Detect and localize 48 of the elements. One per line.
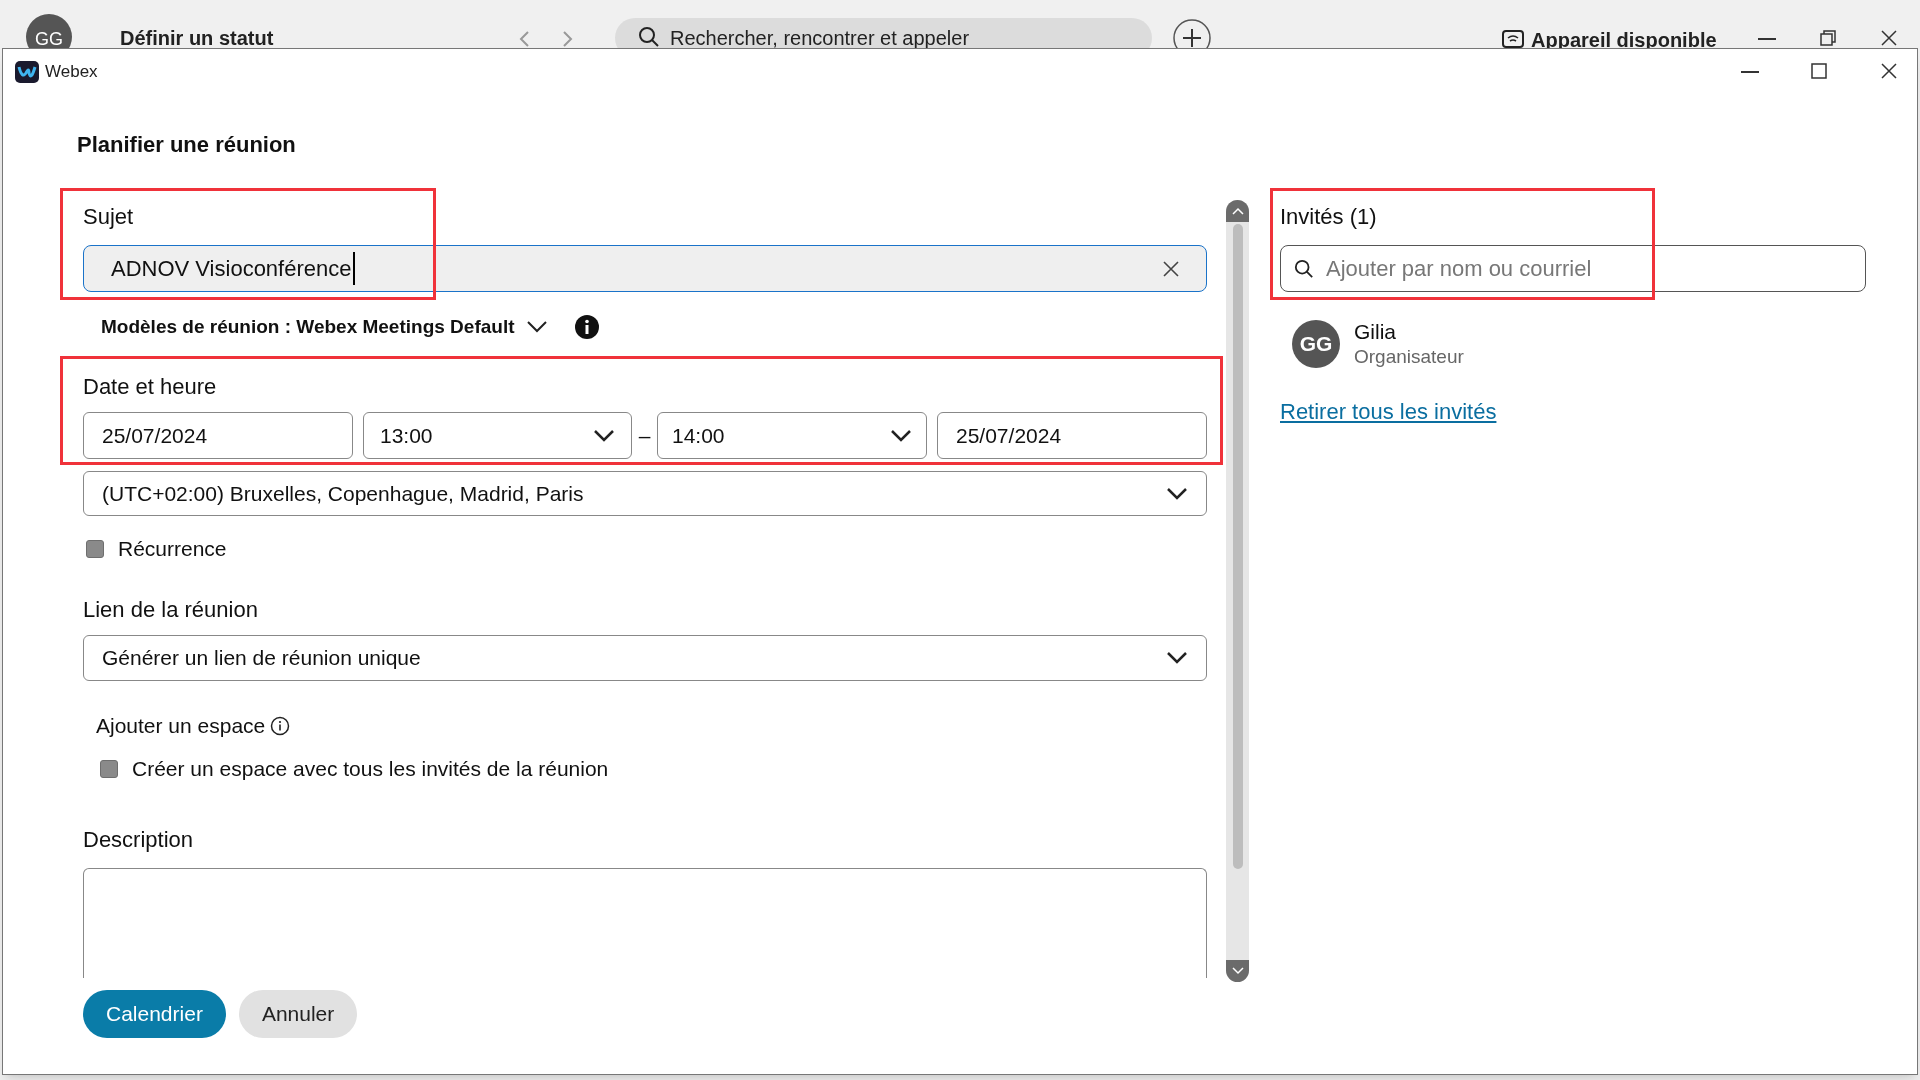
search-icon [1294, 259, 1314, 279]
field-label: Lien de la réunion [83, 596, 259, 624]
status-text[interactable]: Définir un statut [120, 28, 274, 48]
scroll-down-icon[interactable] [1231, 967, 1244, 975]
date-input[interactable]: 25/07/2024 [83, 412, 353, 459]
section-heading: Invités (1) [1280, 203, 1378, 231]
chevron-down-icon [593, 428, 615, 443]
checkbox[interactable] [100, 760, 118, 778]
info-icon[interactable] [270, 716, 291, 736]
field-label: Description [83, 826, 195, 854]
time-dropdown[interactable]: 14:00 [657, 412, 927, 459]
date-input[interactable]: 25/07/2024 [937, 412, 1207, 459]
device-status[interactable]: Appareil disponible [1531, 30, 1717, 50]
restore-icon[interactable] [1820, 30, 1836, 46]
subject-input[interactable]: ADNOV Visioconférence [83, 245, 1207, 292]
chevron-down-icon [1166, 651, 1188, 665]
close-icon[interactable] [1881, 63, 1897, 79]
device-icon [1502, 30, 1524, 48]
scrollbar[interactable] [1226, 200, 1249, 982]
scroll-up-icon[interactable] [1231, 207, 1244, 215]
maximize-icon[interactable] [1811, 63, 1827, 79]
chevron-down-icon [1166, 486, 1188, 501]
checkbox-label: Récurrence [118, 536, 227, 563]
page-heading: Planifier une réunion [77, 131, 296, 159]
schedule-button[interactable]: Calendrier [83, 990, 226, 1038]
field-label: Sujet [83, 203, 135, 231]
invitee-role: Organisateur [1354, 345, 1464, 369]
chevron-down-icon [890, 428, 912, 443]
invitee-name: Gilia [1354, 319, 1397, 345]
info-icon[interactable] [574, 315, 599, 339]
template-dropdown[interactable]: Modèles de réunion : Webex Meetings Default [101, 312, 547, 342]
range-separator: – [637, 422, 652, 449]
time-dropdown[interactable]: 13:00 [363, 412, 632, 459]
checkbox-label: Créer un espace avec tous les invités de la réunion [132, 756, 609, 783]
app-logo-icon [15, 61, 39, 83]
search-icon [638, 26, 660, 48]
meeting-link-dropdown[interactable]: Générer un lien de réunion unique [83, 635, 1207, 681]
field-label: Date et heure [83, 373, 218, 401]
cancel-button[interactable]: Annuler [238, 990, 358, 1038]
section-label: Ajouter un espace [96, 713, 266, 740]
remove-all-link[interactable]: Retirer tous les invités [1280, 395, 1497, 428]
invitee-search-field[interactable]: Ajouter par nom ou courriel [1280, 245, 1866, 292]
timezone-dropdown[interactable]: (UTC+02:00) Bruxelles, Copenhague, Madrid, Paris [83, 471, 1207, 516]
close-icon[interactable] [1881, 30, 1897, 46]
clear-icon[interactable] [1163, 260, 1179, 277]
checkbox[interactable] [86, 540, 104, 558]
chevron-down-icon [526, 321, 547, 333]
window-title: Webex [45, 61, 98, 84]
